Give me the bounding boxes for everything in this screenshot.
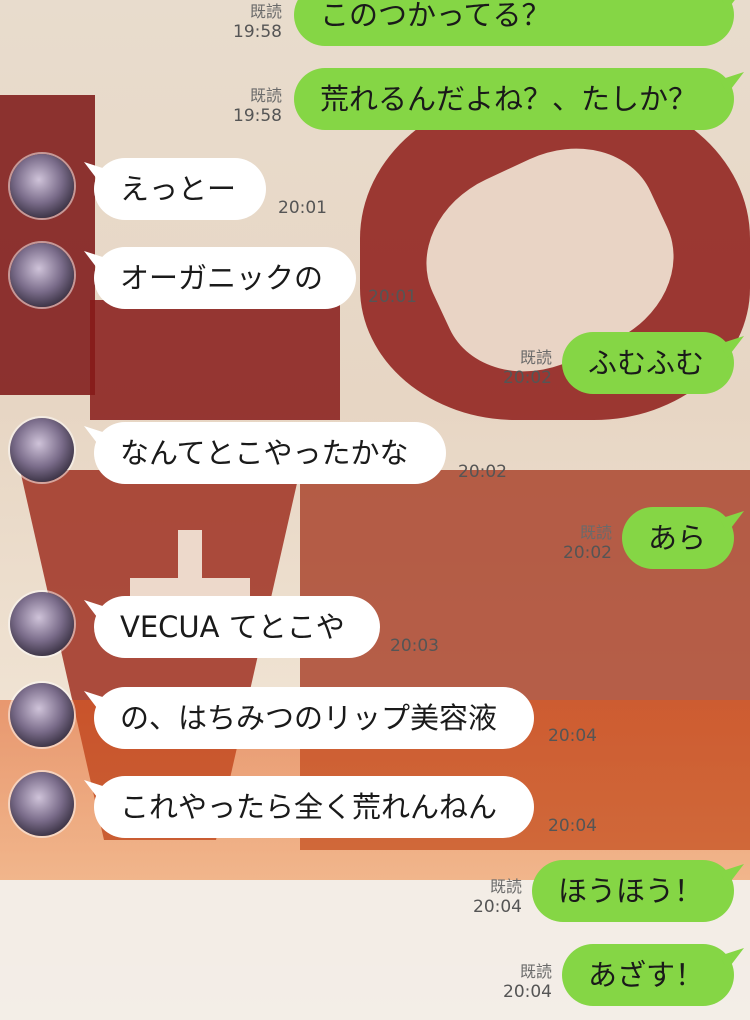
message-meta: 既読 20:04 [473, 877, 522, 917]
read-indicator: 既読 [519, 962, 552, 981]
message-time: 20:04 [548, 726, 597, 746]
outgoing-message[interactable]: あら [622, 507, 734, 569]
message-text: このつかってる？ [320, 0, 551, 32]
message-text: あざす！ [588, 958, 705, 992]
message-time: 20:03 [390, 636, 439, 656]
incoming-message[interactable]: オーガニックの [94, 247, 356, 309]
message-text: えっとー [120, 172, 237, 206]
avatar[interactable] [10, 683, 74, 747]
outgoing-message[interactable]: あざす！ [562, 944, 734, 1006]
message-time: 19:58 [233, 106, 282, 126]
message-time: 20:04 [473, 897, 522, 917]
message-time: 20:04 [548, 816, 597, 836]
message-meta: 既読 19:58 [233, 2, 282, 42]
message-text: 荒れるんだよね？、たしか？ [320, 82, 698, 116]
read-indicator: 既読 [519, 348, 552, 367]
message-time: 20:02 [458, 462, 507, 482]
message-meta: 既読 20:02 [503, 348, 552, 388]
incoming-message[interactable]: VECUA てとこや [94, 596, 380, 658]
message-text: これやったら全く荒れんねん [120, 790, 498, 824]
avatar[interactable] [10, 418, 74, 482]
message-meta: 既読 19:58 [233, 86, 282, 126]
incoming-message[interactable]: なんてとこやったかな [94, 422, 446, 484]
message-time: 20:02 [503, 368, 552, 388]
read-indicator: 既読 [489, 877, 522, 896]
message-meta: 既読 20:02 [563, 523, 612, 563]
message-time: 19:58 [233, 22, 282, 42]
message-text: なんてとこやったかな [120, 436, 409, 470]
incoming-message[interactable]: の、はちみつのリップ美容液 [94, 687, 534, 749]
incoming-message[interactable]: えっとー [94, 158, 266, 220]
read-indicator: 既読 [579, 523, 612, 542]
read-indicator: 既読 [249, 86, 282, 105]
outgoing-message[interactable]: ほうほう！ [532, 860, 734, 922]
outgoing-message[interactable]: 荒れるんだよね？、たしか？ [294, 68, 734, 130]
message-text: あら [648, 521, 707, 555]
incoming-message[interactable]: これやったら全く荒れんねん [94, 776, 534, 838]
message-meta: 既読 20:04 [503, 962, 552, 1002]
message-text: ほうほう！ [558, 874, 704, 908]
avatar[interactable] [10, 154, 74, 218]
message-time: 20:01 [278, 198, 327, 218]
outgoing-message[interactable]: ふむふむ [562, 332, 734, 394]
outgoing-message[interactable]: このつかってる？ [294, 0, 734, 46]
message-text: の、はちみつのリップ美容液 [120, 701, 498, 735]
chat-area: 既読 19:58 このつかってる？ 既読 19:58 荒れるんだよね？、たしか？… [0, 0, 750, 1020]
read-indicator: 既読 [249, 2, 282, 21]
message-time: 20:01 [368, 287, 417, 307]
message-text: VECUA てとこや [120, 610, 345, 644]
avatar[interactable] [10, 243, 74, 307]
message-text: ふむふむ [588, 346, 705, 380]
message-time: 20:04 [503, 982, 552, 1002]
avatar[interactable] [10, 592, 74, 656]
message-text: オーガニックの [120, 261, 324, 295]
message-time: 20:02 [563, 543, 612, 563]
avatar[interactable] [10, 772, 74, 836]
